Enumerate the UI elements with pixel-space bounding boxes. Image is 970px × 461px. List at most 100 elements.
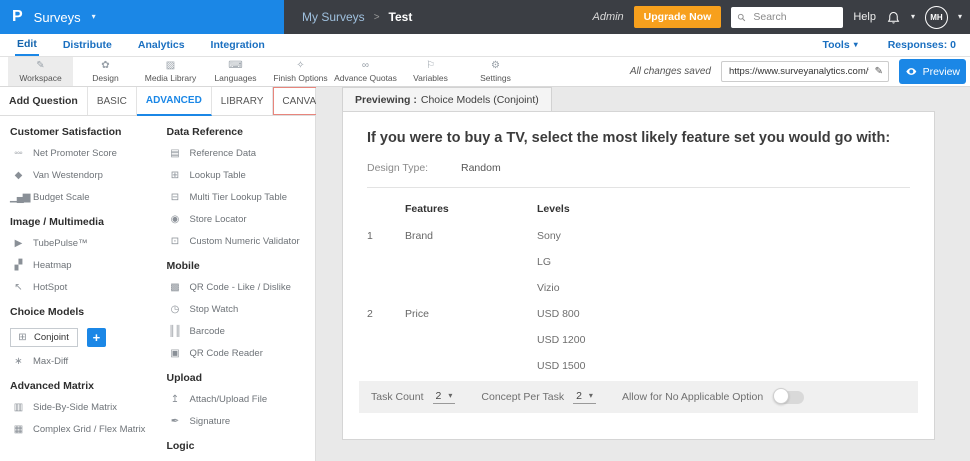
level-value: Sony: [537, 230, 561, 242]
item-label: Van Westendorp: [33, 170, 103, 181]
topbar-actions: Admin Upgrade Now Help ▾ MH ▾: [592, 0, 970, 34]
help-link[interactable]: Help: [853, 11, 876, 23]
notifications-bell-icon[interactable]: [886, 10, 901, 25]
features-table: Features Levels 1 Brand Sony LG Vizio 2 …: [367, 195, 910, 379]
item-label: Store Locator: [189, 214, 247, 225]
toolbar-label: Languages: [214, 72, 257, 83]
question-column-1: Customer Satisfaction ◦◦◦ Net Promoter S…: [10, 126, 162, 461]
question-type-tabs: Add Question BASIC ADVANCED LIBRARY CANV…: [0, 87, 357, 116]
sidebar-item-custom-numeric-validator[interactable]: ⊡ Custom Numeric Validator: [166, 236, 315, 247]
sidebar-item-qr-code-reader[interactable]: ▣ QR Code Reader: [166, 348, 315, 359]
conjoint-selected-box[interactable]: ⊞ Conjoint: [10, 328, 78, 347]
sidebar-item-hotspot[interactable]: ↖ HotSpot: [10, 282, 162, 293]
item-label: QR Code Reader: [189, 348, 263, 359]
upgrade-now-button[interactable]: Upgrade Now: [633, 6, 722, 28]
toolbar-design[interactable]: ✿ Design: [73, 57, 138, 86]
map-pin-icon: ◉: [170, 213, 180, 225]
task-count-select[interactable]: 2 ▾: [432, 390, 456, 404]
survey-url-box[interactable]: ✎: [721, 61, 889, 82]
breadcrumb-my-surveys[interactable]: My Surveys: [302, 10, 365, 24]
table-icon: ⊞: [170, 169, 179, 181]
tab-library[interactable]: LIBRARY: [212, 87, 274, 115]
nav-tab-distribute[interactable]: Distribute: [61, 34, 114, 56]
item-label: Custom Numeric Validator: [189, 236, 300, 247]
notifications-caret-icon[interactable]: ▾: [911, 13, 915, 21]
sidebar-item-tubepulse[interactable]: ▶ TubePulse™: [10, 238, 162, 249]
sidebar-item-heatmap[interactable]: ▞ Heatmap: [10, 260, 162, 271]
no-applicable-toggle[interactable]: [773, 388, 805, 404]
search-box[interactable]: [731, 6, 844, 28]
sidebar-item-net-promoter-score[interactable]: ◦◦◦ Net Promoter Score: [10, 148, 162, 159]
grid-icon: ▦: [13, 423, 23, 435]
previewing-label: Previewing :: [355, 93, 417, 106]
preview-button[interactable]: Preview: [899, 59, 966, 84]
sidebar-item-van-westendorp[interactable]: ◆ Van Westendorp: [10, 170, 162, 181]
nav-tab-edit[interactable]: Edit: [15, 34, 39, 56]
sidebar-item-store-locator[interactable]: ◉ Store Locator: [166, 214, 315, 225]
level-value: USD 800: [537, 308, 580, 320]
sidebar-item-budget-scale[interactable]: ▁▄▆ Budget Scale: [10, 192, 162, 203]
toolbar-variables[interactable]: ⚐ Variables: [398, 57, 463, 86]
toolbar-advance-quotas[interactable]: ∞ Advance Quotas: [333, 57, 398, 86]
toolbar-finish-options[interactable]: ✧ Finish Options: [268, 57, 333, 86]
item-label: QR Code - Like / Dislike: [189, 282, 291, 293]
search-input[interactable]: [751, 10, 838, 24]
sidebar-item-barcode[interactable]: ║║ Barcode: [166, 326, 315, 337]
toolbar-languages[interactable]: ⌨ Languages: [203, 57, 268, 86]
sidebar-item-max-diff[interactable]: ∗ Max-Diff: [10, 356, 162, 367]
breadcrumb-separator-icon: >: [373, 11, 380, 23]
net-promoter-score-icon: ◦◦◦: [14, 147, 23, 159]
tools-menu[interactable]: Tools ▾: [822, 39, 857, 51]
sidebar-item-stop-watch[interactable]: ◷ Stop Watch: [166, 304, 315, 315]
toolbar-label: Settings: [480, 72, 511, 83]
sidebar-item-conjoint-selected[interactable]: ⊞ Conjoint +: [10, 328, 162, 347]
previewing-question-type: Choice Models (Conjoint): [420, 93, 539, 106]
sidebar-item-complex-grid[interactable]: ▦ Complex Grid / Flex Matrix: [10, 424, 162, 435]
validator-icon: ⊡: [170, 235, 179, 247]
wand-icon: ✧: [296, 59, 305, 71]
sidebar-item-signature[interactable]: ✒ Signature: [166, 416, 315, 427]
feature-number: 2: [367, 308, 373, 320]
signature-pen-icon: ✒: [170, 415, 179, 427]
autosave-status: All changes saved: [629, 66, 711, 77]
sidebar-item-attach-upload-file[interactable]: ↥ Attach/Upload File: [166, 394, 315, 405]
sidebar-item-qr-like-dislike[interactable]: ▩ QR Code - Like / Dislike: [166, 282, 315, 293]
features-header: Features: [405, 203, 449, 215]
nav-tab-analytics[interactable]: Analytics: [136, 34, 187, 56]
previewing-tab: Previewing : Choice Models (Conjoint): [342, 87, 552, 111]
toolbar-label: Workspace: [19, 72, 62, 83]
section-title: Upload: [166, 372, 203, 384]
section-title: Choice Models: [10, 306, 85, 318]
user-avatar[interactable]: MH: [924, 5, 948, 29]
toolbar-label: Media Library: [144, 72, 197, 83]
toolbar-settings[interactable]: ⚙ Settings: [463, 57, 528, 86]
tab-advanced[interactable]: ADVANCED: [136, 87, 212, 116]
item-label: Multi Tier Lookup Table: [189, 192, 288, 203]
add-conjoint-button[interactable]: +: [86, 328, 106, 347]
survey-url-input[interactable]: [727, 65, 871, 78]
tab-basic[interactable]: BASIC: [88, 87, 137, 115]
concept-per-task-label: Concept Per Task: [481, 391, 565, 403]
edit-url-pencil-icon[interactable]: ✎: [875, 66, 883, 77]
sidebar-item-lookup-table[interactable]: ⊞ Lookup Table: [166, 170, 315, 181]
toolbar-workspace[interactable]: ✎ Workspace: [8, 57, 73, 86]
level-row: USD 1500: [367, 353, 910, 379]
breadcrumb-survey-title: Test: [388, 10, 413, 24]
responses-count[interactable]: Responses: 0: [888, 39, 956, 51]
eye-icon: [906, 68, 917, 75]
section-title: Data Reference: [166, 126, 243, 138]
account-caret-icon[interactable]: ▾: [958, 13, 962, 21]
nav-tab-integration[interactable]: Integration: [209, 34, 267, 56]
toolbar-media-library[interactable]: ▨ Media Library: [138, 57, 203, 86]
item-label: Stop Watch: [189, 304, 239, 315]
concept-per-task-select[interactable]: 2 ▾: [573, 390, 596, 404]
product-switcher[interactable]: P Surveys ▾: [0, 0, 284, 34]
stopwatch-icon: ◷: [170, 303, 180, 315]
item-label: Signature: [189, 416, 231, 427]
sidebar-item-reference-data[interactable]: ▤ Reference Data: [166, 148, 315, 159]
upload-icon: ↥: [170, 393, 179, 405]
admin-label: Admin: [592, 11, 624, 23]
sidebar-item-side-by-side-matrix[interactable]: ▥ Side-By-Side Matrix: [10, 402, 162, 413]
palette-icon: ✿: [101, 59, 110, 71]
sidebar-item-multi-tier-lookup[interactable]: ⊟ Multi Tier Lookup Table: [166, 192, 315, 203]
